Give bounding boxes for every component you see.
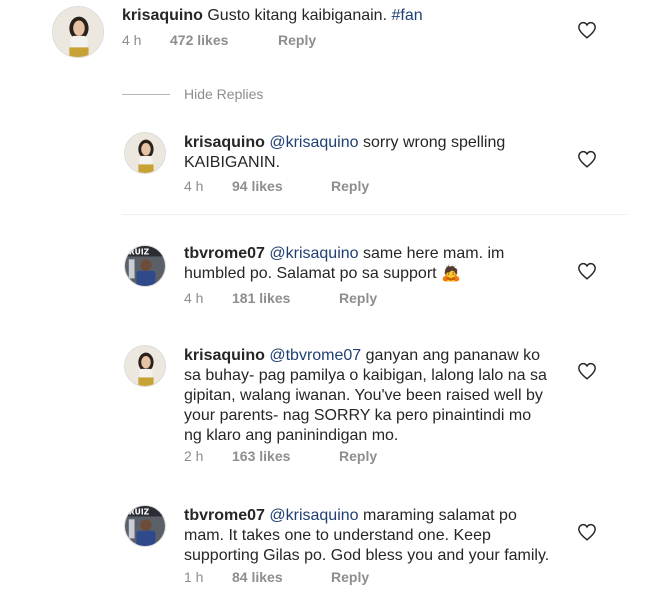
reply-button[interactable]: Reply <box>339 290 377 306</box>
comment-body: Gusto kitang kaibiganain. <box>202 7 392 24</box>
comment-mention[interactable]: @krisaquino <box>269 507 358 524</box>
reply-button[interactable]: Reply <box>339 448 377 464</box>
comment-text: krisaquino Gusto kitang kaibiganain. #fa… <box>122 6 562 26</box>
reply-comment: krisaquino @krisaquino sorry wrong spell… <box>0 126 660 216</box>
comment-meta: 1 h 84 likes Reply <box>184 569 369 585</box>
comment-likes[interactable]: 181 likes <box>232 290 317 306</box>
comment-meta: 4 h 472 likes Reply <box>122 32 316 48</box>
avatar-krisaquino[interactable] <box>124 345 166 387</box>
svg-text:RUIZ: RUIZ <box>129 248 150 257</box>
comment-meta: 2 h 163 likes Reply <box>184 448 377 464</box>
comment-username[interactable]: krisaquino <box>184 134 265 151</box>
comment-meta: 4 h 181 likes Reply <box>184 290 377 306</box>
comment-text: krisaquino @tbvrome07 ganyan ang pananaw… <box>184 346 552 446</box>
divider <box>122 214 627 215</box>
heart-icon[interactable] <box>577 21 597 39</box>
reply-button[interactable]: Reply <box>331 178 369 194</box>
avatar-krisaquino[interactable] <box>52 6 104 58</box>
reply-comment: RUIZ tbvrome07 @krisaquino maraming sala… <box>0 502 660 600</box>
comment-username[interactable]: tbvrome07 <box>184 245 265 262</box>
comment-meta: 4 h 94 likes Reply <box>184 178 369 194</box>
comment-username[interactable]: tbvrome07 <box>184 507 265 524</box>
heart-icon[interactable] <box>577 523 597 541</box>
bowing-emoji: 🙇 <box>441 265 461 282</box>
comment-time: 4 h <box>184 290 204 306</box>
comment-likes[interactable]: 94 likes <box>232 178 309 194</box>
comment-text: tbvrome07 @krisaquino maraming salamat p… <box>184 506 560 566</box>
svg-text:RUIZ: RUIZ <box>129 508 150 517</box>
heart-icon[interactable] <box>577 150 597 168</box>
hide-replies-label[interactable]: Hide Replies <box>184 86 263 102</box>
avatar-tbvrome07[interactable]: RUIZ <box>124 245 166 287</box>
hide-replies-divider <box>122 93 170 95</box>
reply-comment: krisaquino @tbvrome07 ganyan ang pananaw… <box>0 342 660 472</box>
comment-time: 4 h <box>122 32 142 48</box>
comment-likes[interactable]: 84 likes <box>232 569 309 585</box>
comment-time: 2 h <box>184 448 204 464</box>
comment-time: 4 h <box>184 178 204 194</box>
comment-mention[interactable]: @krisaquino <box>269 134 358 151</box>
comment-username[interactable]: krisaquino <box>184 347 265 364</box>
comment-likes[interactable]: 163 likes <box>232 448 317 464</box>
heart-icon[interactable] <box>577 362 597 380</box>
comment-top-level: krisaquino Gusto kitang kaibiganain. #fa… <box>0 0 660 80</box>
comment-mention[interactable]: @krisaquino <box>269 245 358 262</box>
reply-comment: RUIZ tbvrome07 @krisaquino same here mam… <box>0 238 660 328</box>
comment-mention[interactable]: @tbvrome07 <box>269 347 361 364</box>
comment-username[interactable]: krisaquino <box>122 7 203 24</box>
avatar-tbvrome07[interactable]: RUIZ <box>124 505 166 547</box>
comment-likes[interactable]: 472 likes <box>170 32 256 48</box>
reply-button[interactable]: Reply <box>278 32 316 48</box>
comment-hashtag[interactable]: #fan <box>391 7 422 24</box>
avatar-krisaquino[interactable] <box>124 132 166 174</box>
heart-icon[interactable] <box>577 262 597 280</box>
comment-time: 1 h <box>184 569 204 585</box>
reply-button[interactable]: Reply <box>331 569 369 585</box>
hide-replies-toggle[interactable]: Hide Replies <box>122 86 263 102</box>
comment-text: krisaquino @krisaquino sorry wrong spell… <box>184 133 514 173</box>
comment-text: tbvrome07 @krisaquino same here mam. im … <box>184 244 514 284</box>
